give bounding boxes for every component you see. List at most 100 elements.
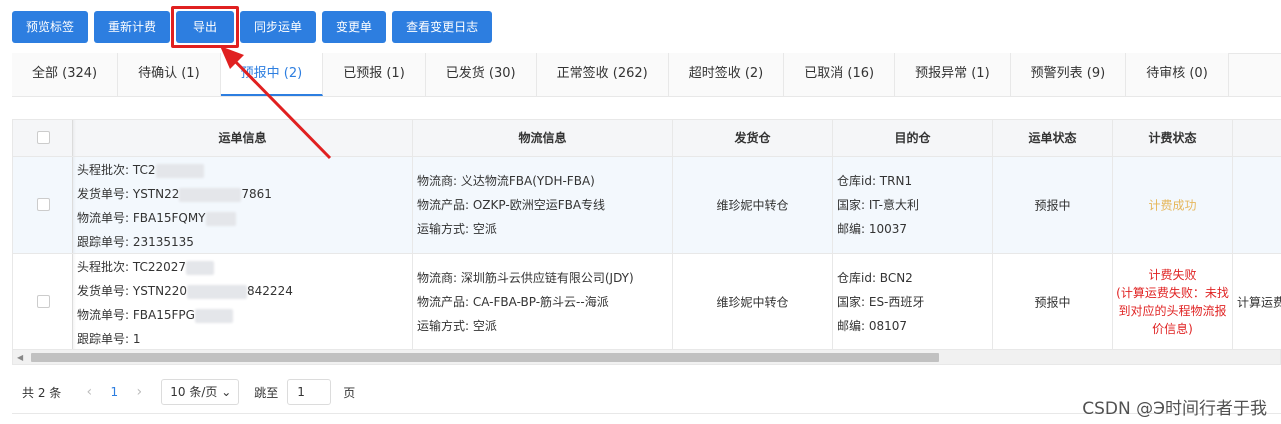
preview-label-button[interactable]: 预览标签 xyxy=(12,11,89,43)
postcode: 邮编: 10037 xyxy=(837,222,908,236)
tab-forecasted[interactable]: 已预报 (1) xyxy=(323,53,426,96)
shipment-no-suffix: 7861 xyxy=(241,187,272,201)
page-size-value: 10 条/页 xyxy=(170,385,218,399)
batch-no: 头程批次: TC22027 xyxy=(77,260,187,274)
select-all-cell xyxy=(13,120,76,157)
export-button-wrapper: 导出 xyxy=(171,6,240,48)
header-overflow xyxy=(1233,120,1281,157)
tab-pending-review[interactable]: 待审核 (0) xyxy=(1126,53,1229,96)
row-select-cell xyxy=(13,157,76,254)
select-all-checkbox[interactable] xyxy=(37,131,50,144)
pagination: 共 2 条 ‹ 1 › 10 条/页 ⌄ 跳至 1 页 xyxy=(22,379,355,405)
waybill-table: 运单信息 物流信息 发货仓 目的仓 运单状态 计费状态 头程批次: TC2 发货… xyxy=(12,119,1281,349)
view-change-log-button[interactable]: 查看变更日志 xyxy=(392,11,493,43)
page-size-select[interactable]: 10 条/页 ⌄ xyxy=(161,379,240,405)
status-tabs: 全部 (324) 待确认 (1) 预报中 (2) 已预报 (1) 已发货 (30… xyxy=(12,53,1229,97)
shipment-no-suffix: 842224 xyxy=(247,284,293,298)
table-header: 运单信息 物流信息 发货仓 目的仓 运单状态 计费状态 xyxy=(13,120,1281,157)
tracking-no: 跟踪单号: 1 xyxy=(77,332,141,346)
sync-waybill-button[interactable]: 同步运单 xyxy=(240,11,317,43)
horizontal-scrollbar[interactable]: ◀ xyxy=(12,349,1281,365)
country: 国家: ES-西班牙 xyxy=(837,294,925,309)
tab-all[interactable]: 全部 (324) xyxy=(12,53,119,96)
tab-pending-confirm[interactable]: 待确认 (1) xyxy=(118,53,221,96)
header-billing-status: 计费状态 xyxy=(1113,120,1233,157)
billing-status-cell: 计费失败 (计算运费失败：未找 到对应的头程物流报 价信息) xyxy=(1113,254,1233,349)
row-checkbox[interactable] xyxy=(37,198,50,211)
carrier: 物流商: 深圳筋斗云供应链有限公司(JDY) xyxy=(417,270,634,285)
header-waybill-info: 运单信息 xyxy=(73,120,413,157)
billing-status-line: 价信息) xyxy=(1152,321,1193,336)
logistics-no: 物流单号: FBA15FQMY xyxy=(77,211,206,225)
shipment-no: 发货单号: YSTN22 xyxy=(77,187,180,201)
scrollbar-thumb[interactable] xyxy=(31,353,939,362)
tab-warning-list[interactable]: 预警列表 (9) xyxy=(1010,53,1127,96)
country: 国家: IT-意大利 xyxy=(837,198,919,212)
watermark: CSDN @Э时间行者于我 xyxy=(1082,399,1267,419)
billing-status: 计费成功 xyxy=(1148,198,1197,213)
prev-page-icon[interactable]: ‹ xyxy=(79,384,99,400)
dest-warehouse-cell: 仓库id: BCN2 国家: ES-西班牙 邮编: 08107 xyxy=(833,254,993,349)
table-row: 头程批次: TC2 发货单号: YSTN22 7861 物流单号: FBA15FQ… xyxy=(13,157,1281,254)
tab-overtime-signed[interactable]: 超时签收 (2) xyxy=(668,53,785,96)
logistics-info-cell: 物流商: 义达物流FBA(YDH-FBA) 物流产品: OZKP-欧洲空运FBA… xyxy=(413,157,673,254)
postcode: 邮编: 08107 xyxy=(837,318,908,333)
redacted xyxy=(194,308,233,323)
header-waybill-status: 运单状态 xyxy=(993,120,1113,157)
toolbar: 预览标签 重新计费 导出 同步运单 变更单 查看变更日志 xyxy=(12,6,493,48)
logistics-product: 物流产品: CA-FBA-BP-筋斗云--海派 xyxy=(417,294,609,309)
billing-status-line: (计算运费失败：未找 xyxy=(1116,285,1229,300)
change-order-button[interactable]: 变更单 xyxy=(322,11,387,43)
waybill-info-cell: 头程批次: TC2 发货单号: YSTN22 7861 物流单号: FBA15FQ… xyxy=(73,157,413,254)
overflow-cell xyxy=(1233,157,1281,254)
tab-forecast-error[interactable]: 预报异常 (1) xyxy=(895,53,1011,96)
waybill-status: 预报中 xyxy=(1034,198,1071,213)
jump-label: 跳至 xyxy=(254,385,279,400)
dest-warehouse-cell: 仓库id: TRN1 国家: IT-意大利 邮编: 10037 xyxy=(833,157,993,254)
redacted xyxy=(179,187,242,202)
table-row: 头程批次: TC22027 发货单号: YSTN220 842224 物流单号: … xyxy=(13,254,1281,349)
next-page-icon[interactable]: › xyxy=(129,384,149,400)
jump-suffix: 页 xyxy=(343,385,356,400)
waybill-status-cell: 预报中 xyxy=(993,254,1113,349)
tracking-no: 跟踪单号: 23135135 xyxy=(77,235,194,249)
redacted xyxy=(187,284,248,299)
carrier: 物流商: 义达物流FBA(YDH-FBA) xyxy=(417,174,595,188)
warehouse-id: 仓库id: TRN1 xyxy=(837,174,913,188)
waybill-status-cell: 预报中 xyxy=(993,157,1113,254)
page-number[interactable]: 1 xyxy=(101,385,127,399)
warehouse-id: 仓库id: BCN2 xyxy=(837,270,913,285)
logistics-info-cell: 物流商: 深圳筋斗云供应链有限公司(JDY) 物流产品: CA-FBA-BP-筋… xyxy=(413,254,673,349)
waybill-info-cell: 头程批次: TC22027 发货单号: YSTN220 842224 物流单号: … xyxy=(73,254,413,349)
billing-status: 计费失败 (计算运费失败：未找 到对应的头程物流报 价信息) xyxy=(1113,266,1232,338)
tab-cancelled[interactable]: 已取消 (16) xyxy=(784,53,896,96)
shipment-no: 发货单号: YSTN220 xyxy=(77,284,188,298)
header-logistics-info: 物流信息 xyxy=(413,120,673,157)
scroll-left-icon[interactable]: ◀ xyxy=(17,353,23,362)
origin-warehouse: 维珍妮中转仓 xyxy=(716,295,789,309)
redacted xyxy=(155,163,204,178)
tab-shipped[interactable]: 已发货 (30) xyxy=(425,53,537,96)
transport-mode: 运输方式: 空派 xyxy=(417,318,497,333)
chevron-down-icon: ⌄ xyxy=(221,385,232,399)
row-select-cell xyxy=(13,254,76,349)
tab-normal-signed[interactable]: 正常签收 (262) xyxy=(536,53,669,96)
origin-warehouse-cell: 维珍妮中转仓 xyxy=(673,157,833,254)
logistics-no: 物流单号: FBA15FPG xyxy=(77,308,195,322)
overflow-cell: 计算运费 xyxy=(1233,254,1281,349)
billing-status-line: 到对应的头程物流报 xyxy=(1118,303,1227,318)
redacted xyxy=(205,211,236,226)
origin-warehouse: 维珍妮中转仓 xyxy=(716,198,789,213)
tab-forecasting[interactable]: 预报中 (2) xyxy=(220,53,324,96)
origin-warehouse-cell: 维珍妮中转仓 xyxy=(673,254,833,349)
row-checkbox[interactable] xyxy=(37,295,50,308)
header-dest-warehouse: 目的仓 xyxy=(833,120,993,157)
billing-status-cell: 计费成功 xyxy=(1113,157,1233,254)
waybill-status: 预报中 xyxy=(1034,295,1071,309)
batch-no: 头程批次: TC2 xyxy=(77,163,156,177)
recalculate-fee-button[interactable]: 重新计费 xyxy=(94,11,171,43)
transport-mode: 运输方式: 空派 xyxy=(417,222,497,236)
jump-input[interactable]: 1 xyxy=(287,379,332,405)
export-button[interactable]: 导出 xyxy=(176,11,235,43)
total-count: 共 2 条 xyxy=(22,385,62,400)
